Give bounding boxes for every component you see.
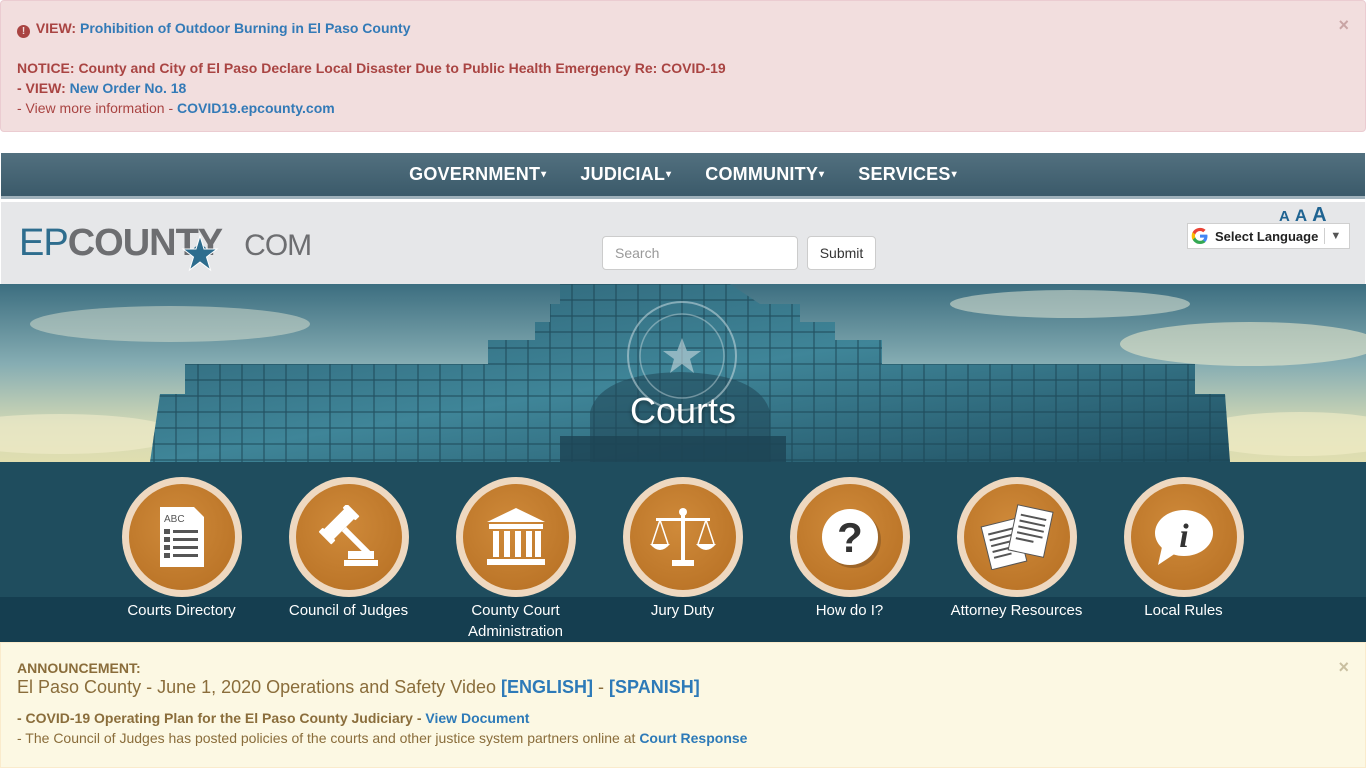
court-response-link[interactable]: Court Response: [639, 730, 747, 746]
nav-services-label: SERVICES: [858, 164, 951, 184]
alert-line-more: - View more information - COVID19.epcoun…: [17, 98, 1349, 118]
nav-community[interactable]: COMMUNITY▾: [705, 164, 824, 185]
tile-label: Attorney Resources: [950, 602, 1083, 619]
tile-attorney-resources[interactable]: Attorney Resources: [933, 477, 1100, 621]
courthouse-building-image: [0, 284, 1366, 462]
courthouse-icon: [486, 508, 545, 565]
alert-line-burning: ! VIEW: Prohibition of Outdoor Burning i…: [17, 18, 1349, 38]
alert-more-label: - View more information -: [17, 100, 174, 116]
search-submit-button[interactable]: Submit: [807, 236, 876, 270]
nav-government-label: GOVERNMENT: [409, 164, 541, 184]
announcement-policies-text: - The Council of Judges has posted polic…: [17, 730, 636, 746]
star-logo-icon: [181, 234, 219, 272]
tile-label: Courts Directory: [127, 602, 236, 619]
tile-label: Council of Judges: [288, 602, 409, 619]
tile-label: Local Rules: [1144, 602, 1223, 619]
exclamation-circle-icon: !: [17, 25, 30, 38]
covid-site-link[interactable]: COVID19.epcounty.com: [177, 100, 335, 116]
tile-label: County Court Administration: [467, 602, 564, 640]
info-bubble-icon: i: [1154, 510, 1213, 565]
nav-community-label: COMMUNITY: [705, 164, 819, 184]
alert-view-label: VIEW:: [35, 20, 77, 36]
announcement-title-text: El Paso County - June 1, 2020 Operations…: [17, 677, 496, 697]
language-select[interactable]: Select Language ▼: [1187, 223, 1350, 249]
caret-down-icon: ▾: [951, 169, 957, 180]
dropdown-arrow-icon: ▼: [1330, 230, 1342, 242]
alert-close-icon[interactable]: ×: [1338, 15, 1349, 36]
page-title: Courts: [629, 390, 737, 431]
alert-line-order: - VIEW: New Order No. 18: [17, 78, 1349, 98]
new-order-link[interactable]: New Order No. 18: [70, 80, 187, 96]
tile-jury-duty[interactable]: Jury Duty: [599, 477, 766, 621]
caret-down-icon: ▾: [819, 169, 825, 180]
tile-courts-directory[interactable]: ABC Courts Directory: [98, 477, 265, 621]
announcement-plan-text: - COVID-19 Operating Plan for the El Pas…: [17, 710, 422, 726]
nav-government[interactable]: GOVERNMENT▾: [409, 164, 546, 185]
tile-county-court-administration[interactable]: County Court Administration: [432, 477, 599, 642]
alert-notice: NOTICE: County and City of El Paso Decla…: [17, 60, 726, 76]
nav-judicial[interactable]: JUDICIAL▾: [580, 164, 671, 185]
svg-text:?: ?: [837, 514, 863, 561]
language-label: Select Language: [1215, 228, 1319, 244]
caret-down-icon: ▾: [666, 169, 672, 180]
spanish-video-link[interactable]: [SPANISH]: [609, 677, 700, 697]
nav-judicial-label: JUDICIAL: [580, 164, 666, 184]
announcement-separator: -: [598, 677, 605, 697]
search-input[interactable]: [602, 236, 798, 270]
nav-services[interactable]: SERVICES▾: [858, 164, 957, 185]
svg-text:i: i: [1179, 518, 1189, 555]
view-document-link[interactable]: View Document: [425, 710, 529, 726]
announcement-heading: ANNOUNCEMENT:: [17, 660, 141, 676]
hero-banner: Courts: [0, 284, 1366, 462]
announcement-title: El Paso County - June 1, 2020 Operations…: [17, 676, 1349, 698]
announcement-line-policies: - The Council of Judges has posted polic…: [17, 728, 1349, 748]
tile-how-do-i[interactable]: ? How do I?: [766, 477, 933, 621]
english-video-link[interactable]: [ENGLISH]: [501, 677, 593, 697]
caret-down-icon: ▾: [541, 169, 547, 180]
epcounty-logo[interactable]: EPCOUNTY COM: [19, 222, 312, 272]
tile-council-of-judges[interactable]: Council of Judges: [265, 477, 432, 621]
google-g-icon: [1191, 227, 1208, 244]
gavel-icon: [318, 505, 378, 566]
directory-document-icon: ABC: [159, 507, 204, 567]
tile-label: Jury Duty: [650, 602, 715, 619]
alert-view-order-label: - VIEW:: [17, 80, 66, 96]
burning-prohibition-link[interactable]: Prohibition of Outdoor Burning in El Pas…: [80, 20, 411, 36]
tile-label: How do I?: [815, 602, 884, 619]
tile-local-rules[interactable]: i Local Rules: [1100, 477, 1267, 621]
courts-quick-links: ABC Courts Directory Council of Judges C…: [0, 462, 1366, 642]
announcement-line-plan: - COVID-19 Operating Plan for the El Pas…: [17, 708, 1349, 728]
logo-com: COM: [244, 229, 312, 262]
announcement-box: ANNOUNCEMENT: El Paso County - June 1, 2…: [0, 642, 1366, 768]
announcement-close-icon[interactable]: ×: [1338, 657, 1349, 678]
svg-text:ABC: ABC: [164, 514, 185, 525]
logo-ep: EP: [19, 222, 69, 264]
site-header: EPCOUNTYCOM Submit AAA Select Language ▼: [1, 202, 1365, 284]
documents-icon: [980, 504, 1054, 570]
scales-icon: [649, 508, 716, 566]
main-navbar: GOVERNMENT▾ JUDICIAL▾ COMMUNITY▾ SERVICE…: [1, 153, 1365, 199]
question-icon: ?: [821, 509, 881, 568]
covid-alert: ! VIEW: Prohibition of Outdoor Burning i…: [0, 0, 1366, 132]
